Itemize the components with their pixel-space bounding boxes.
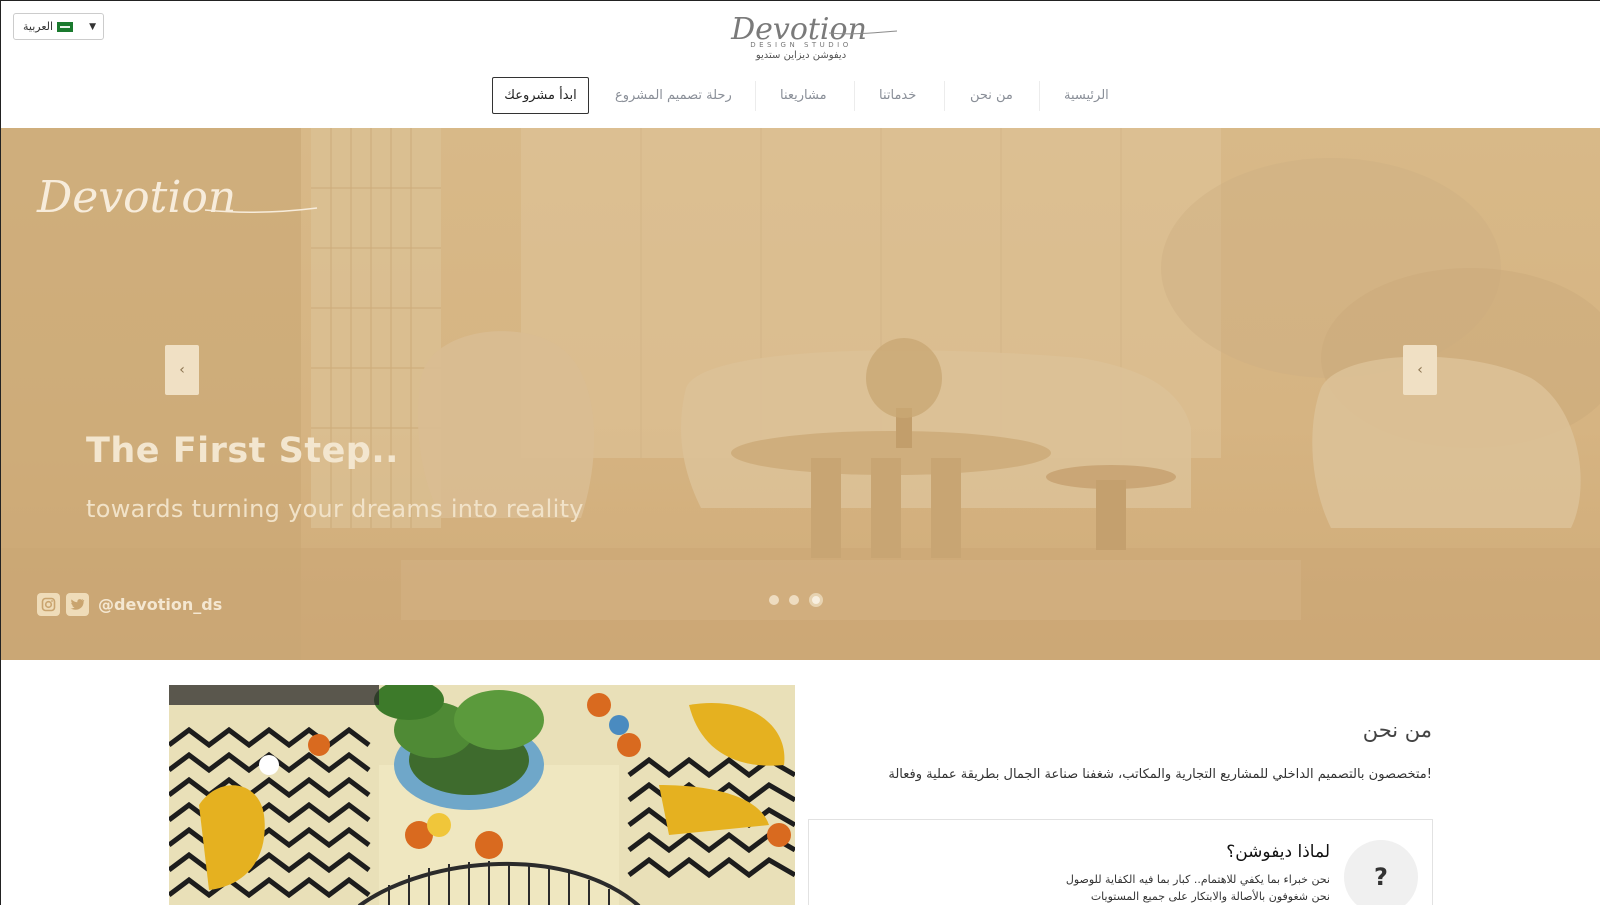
hero-title: The First Step.. [86, 431, 399, 471]
why-line-1: نحن خبراء بما يكفي للاهتمام.. كبار بما ف… [1065, 873, 1330, 886]
why-line-2: نحن شغوفون بالأصالة والابتكار على جميع ا… [1090, 890, 1330, 903]
nav-divider [755, 81, 756, 111]
hero-slider: Devotion The First Step.. towards turnin… [1, 128, 1600, 660]
nav-item-about[interactable]: من نحن [970, 77, 1013, 113]
nav-item-home[interactable]: الرئيسية [1064, 77, 1109, 113]
language-select[interactable]: العربية ▼ [13, 13, 104, 40]
why-title: لماذا ديفوشن؟ [1226, 842, 1330, 862]
about-photo [169, 685, 795, 905]
nav-divider [1039, 81, 1040, 111]
about-description: متخصصون بالتصميم الداخلي للمشاريع التجار… [888, 767, 1432, 782]
instagram-icon[interactable] [37, 593, 60, 616]
twitter-icon[interactable] [66, 593, 89, 616]
hero-subtitle: towards turning your dreams into reality [86, 495, 584, 523]
about-title: من نحن [1362, 718, 1432, 742]
slider-dot-active[interactable] [809, 593, 823, 607]
slider-next-arrow[interactable]: ‹ [1403, 345, 1437, 395]
why-devotion-card: ? لماذا ديفوشن؟ نحن خبراء بما يكفي للاهت… [808, 819, 1433, 905]
slider-dot[interactable] [769, 595, 779, 605]
site-logo[interactable]: Devotion DESIGN STUDIO ديفوشن ديزاين ستد… [701, 9, 901, 69]
nav-item-services[interactable]: خدماتنا [879, 77, 916, 113]
social-handle[interactable]: @devotion_ds [98, 595, 222, 614]
restaurant-interior-image [169, 685, 795, 905]
hero-brand-logo: Devotion [36, 172, 318, 223]
nav-item-projects[interactable]: مشاريعنا [780, 77, 827, 113]
logo-arabic-name: ديفوشن ديزاين ستديو [755, 50, 847, 61]
language-current: العربية [23, 20, 77, 33]
logo-wordmark-graphic: Devotion [730, 12, 898, 45]
chevron-down-icon: ▼ [89, 21, 96, 32]
slider-dots [769, 593, 823, 607]
nav-divider [854, 81, 855, 111]
nav-divider [944, 81, 945, 111]
main-nav: الرئيسية من نحن خدماتنا مشاريعنا رحلة تص… [1, 77, 1600, 113]
nav-item-design-journey[interactable]: رحلة تصميم المشروع [615, 77, 732, 113]
hero-social-row: @devotion_ds [37, 593, 222, 616]
site-header: العربية ▼ Devotion DESIGN STUDIO ديفوشن … [1, 1, 1600, 128]
slider-dot[interactable] [789, 595, 799, 605]
slider-prev-arrow[interactable]: ‹ [165, 345, 199, 395]
hero-brand-wordmark: Devotion [36, 172, 236, 223]
start-project-button[interactable]: ابدأ مشروعك [492, 77, 589, 114]
question-mark-icon: ? [1344, 840, 1418, 905]
language-label: العربية [23, 20, 54, 33]
saudi-flag-icon [57, 21, 74, 32]
